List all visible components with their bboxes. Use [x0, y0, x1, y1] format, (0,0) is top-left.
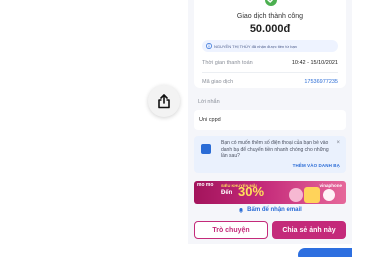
info-icon [206, 43, 212, 49]
add-contact-prompt: Bạn có muốn thêm số điện thoại của bạn b… [194, 136, 346, 173]
chat-button[interactable]: Trò chuyện [194, 221, 268, 239]
email-cta-text: Bấm để nhận email [247, 207, 302, 213]
add-contact-text: Bạn có muốn thêm số điện thoại của bạn b… [221, 140, 329, 159]
recipient-note-text: NGUYỄN THỊ THÚY đã nhận được tiền từ bạn [214, 43, 297, 49]
promo-image [289, 188, 303, 202]
payment-time-label: Thời gian thanh toán [202, 60, 253, 66]
payment-time-row: Thời gian thanh toán 10:42 - 15/10/2021 [202, 60, 338, 66]
transaction-code-value[interactable]: 17536977235 [304, 79, 338, 85]
message-label: Lời nhắn [198, 99, 220, 105]
recipient-note: NGUYỄN THỊ THÚY đã nhận được tiền từ bạn [202, 40, 338, 52]
transaction-amount: 50.000đ [249, 23, 291, 35]
add-to-contacts-link[interactable]: THÊM VÀO DANH BẠ [293, 163, 340, 168]
promo-banner[interactable]: mo mo SIÊU KHUYẾN MÃI Đến 30% vinaphone [194, 181, 346, 204]
email-cta[interactable]: Bấm để nhận email [188, 207, 352, 213]
success-check-icon [265, 0, 277, 6]
divider [202, 72, 338, 73]
promo-percent: 30% [238, 184, 265, 199]
floating-action[interactable] [298, 248, 352, 257]
transaction-card: Giao dịch thành công 50.000đ NGUYỄN THỊ … [194, 0, 346, 88]
phone-screen: Giao dịch thành công 50.000đ NGUYỄN THỊ … [188, 0, 352, 257]
momo-logo: mo mo [197, 182, 214, 188]
promo-prefix: Đến [221, 190, 233, 196]
promo-image [304, 187, 320, 203]
share-icon [158, 93, 170, 108]
share-button[interactable] [148, 85, 180, 117]
partner-logo: vinaphone [319, 183, 342, 188]
transaction-code-row: Mã giao dịch 17536977235 [202, 79, 338, 85]
transaction-status: Giao dịch thành công [236, 13, 304, 20]
close-icon[interactable]: × [336, 140, 340, 146]
payment-time-value: 10:42 - 15/10/2021 [291, 60, 338, 66]
message-box: Uni cppd [194, 110, 346, 130]
promo-image [323, 189, 335, 201]
contact-book-icon [201, 144, 211, 154]
bell-icon [239, 208, 244, 213]
share-image-button[interactable]: Chia sẻ ảnh này [272, 221, 346, 239]
message-text: Uni cppd [199, 117, 221, 123]
transaction-code-label: Mã giao dịch [202, 79, 234, 85]
